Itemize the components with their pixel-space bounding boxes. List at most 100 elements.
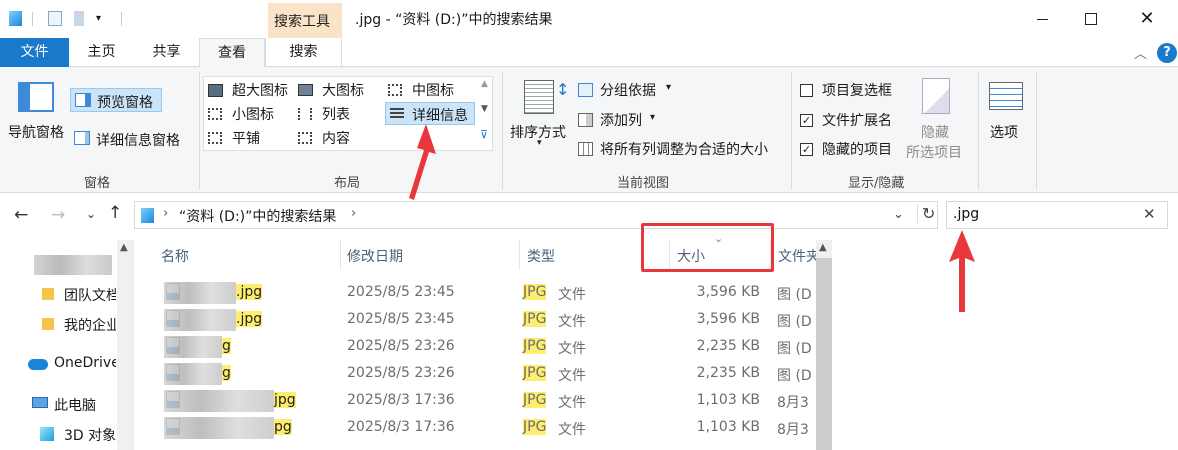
tab-view[interactable]: 查看 [199, 38, 265, 68]
layout-label: 列表 [322, 107, 350, 123]
back-icon[interactable]: ← [14, 205, 28, 225]
help-icon[interactable]: ? [1157, 43, 1177, 63]
column-header-modified[interactable]: 修改日期 [347, 246, 403, 266]
search-box[interactable]: .jpg ✕ [946, 201, 1168, 229]
tab-file[interactable]: 文件 [0, 38, 69, 67]
new-folder-icon[interactable] [74, 11, 84, 26]
file-modified: 2025/8/3 17:36 [347, 392, 455, 408]
file-type-word: 文件 [558, 314, 586, 330]
navigation-pane: 团队文档 我的企业 OneDrive 此电脑 3D 对象 [0, 237, 135, 450]
preview-pane-label: 预览窗格 [97, 95, 153, 111]
group-label-current-view: 当前视图 [617, 176, 670, 191]
gallery-scroll-down-icon[interactable]: ▼ [481, 104, 488, 114]
close-button[interactable]: ✕ [1124, 0, 1170, 38]
context-group-label: 搜索工具 [274, 14, 330, 30]
extra-large-icons-icon [208, 84, 223, 97]
layout-label: 中图标 [412, 83, 454, 99]
maximize-button[interactable] [1068, 0, 1114, 38]
file-type-ext: JPG [523, 284, 547, 300]
file-modified: 2025/8/5 23:26 [347, 338, 455, 354]
group-by-label: 分组依据 [600, 83, 656, 99]
file-location: 图 (D [777, 341, 812, 357]
chevron-right-icon: › [351, 206, 357, 221]
nav-item-onedrive[interactable]: OneDrive [28, 353, 117, 375]
file-row[interactable]: g 2025/8/5 23:26 JPG 文件 2,235 KB 图 (D [150, 360, 818, 387]
nav-pane-button[interactable]: 导航窗格 [4, 78, 70, 148]
sort-arrow-icon: ↕ [556, 80, 570, 99]
file-row[interactable]: jpg 2025/8/3 17:36 JPG 文件 1,103 KB 8月3 [150, 387, 818, 414]
chevron-right-icon: › [163, 206, 169, 221]
collapse-ribbon-icon[interactable]: ︿ [1134, 43, 1147, 62]
checkbox-checked: ✓ [800, 114, 813, 127]
recent-locations-icon[interactable]: ⌄ [86, 207, 96, 221]
file-type-ext: JPG [523, 365, 547, 381]
column-header-location[interactable]: 文件夹 [778, 246, 816, 266]
divider [519, 240, 520, 270]
file-row[interactable]: .jpg 2025/8/5 23:45 JPG 文件 3,596 KB 图 (D [150, 279, 818, 306]
medium-icons-icon [388, 84, 402, 96]
nav-item-team-docs[interactable]: 团队文档 [42, 283, 117, 305]
tab-share[interactable]: 共享 [134, 38, 199, 67]
address-path[interactable]: “资料 (D:)”中的搜索结果 [179, 206, 336, 226]
file-type-word: 文件 [558, 422, 586, 438]
properties-icon[interactable] [48, 11, 62, 26]
gallery-more-icon[interactable]: ⊽ [480, 128, 488, 141]
tab-search[interactable]: 搜索 [265, 38, 342, 67]
refresh-icon[interactable]: ↻ [917, 204, 935, 223]
column-header-type[interactable]: 类型 [527, 246, 555, 266]
nav-pane-scrollbar[interactable]: ▲ [117, 240, 134, 450]
tiles-icon [208, 132, 222, 144]
file-type-ext: JPG [523, 311, 547, 327]
details-icon [390, 108, 404, 119]
file-name: g [222, 365, 231, 381]
file-type-ext: JPG [523, 419, 547, 435]
gallery-scroll-up-icon[interactable]: ▲ [481, 79, 488, 89]
close-icon: ✕ [1139, 8, 1155, 29]
file-row[interactable]: g 2025/8/5 23:26 JPG 文件 2,235 KB 图 (D [150, 333, 818, 360]
group-label-show-hide: 显示/隐藏 [848, 176, 905, 191]
tab-home[interactable]: 主页 [69, 38, 134, 67]
clear-search-icon[interactable]: ✕ [1143, 205, 1156, 223]
options-button[interactable]: 选项 [984, 80, 1030, 144]
nav-item-this-pc[interactable]: 此电脑 [32, 393, 117, 415]
details-pane-button[interactable]: 详细信息窗格 [70, 127, 196, 151]
search-input[interactable]: .jpg [953, 206, 979, 222]
scroll-up-icon[interactable]: ▲ [819, 242, 827, 253]
nav-item-3d-objects[interactable]: 3D 对象 [40, 423, 117, 445]
file-row[interactable]: pg 2025/8/3 17:36 JPG 文件 1,103 KB 8月3 [150, 414, 818, 441]
checkbox [800, 84, 813, 97]
annotation-arrow [949, 230, 975, 312]
customize-toolbar-icon[interactable]: ▾ [96, 13, 101, 24]
hide-selected-button[interactable]: 隐藏 所选项目 [904, 78, 970, 162]
file-type-ext: JPG [523, 392, 547, 408]
preview-pane-button[interactable]: 预览窗格 [70, 88, 162, 112]
file-type-word: 文件 [558, 287, 586, 303]
address-bar[interactable]: › “资料 (D:)”中的搜索结果 › ⌄ ↻ [134, 201, 938, 229]
file-row[interactable]: .jpg 2025/8/5 23:45 JPG 文件 3,596 KB 图 (D [150, 306, 818, 333]
minimize-button[interactable] [1019, 0, 1065, 38]
add-column-icon [578, 113, 593, 127]
nav-item-my-enterprise[interactable]: 我的企业 [42, 313, 117, 335]
file-modified: 2025/8/3 17:36 [347, 419, 455, 435]
sort-by-button[interactable]: ↕ 排序方式 ▾ [508, 78, 574, 168]
cube-3d-icon [40, 427, 54, 441]
file-location: 8月3 [777, 395, 809, 411]
file-extensions-label: 文件扩展名 [822, 113, 892, 129]
file-size: 3,596 KB [696, 311, 760, 327]
preview-pane-icon [75, 93, 91, 107]
large-icons-icon [298, 84, 313, 96]
address-dropdown-icon[interactable]: ⌄ [893, 207, 904, 222]
file-type-word: 文件 [558, 341, 586, 357]
blurred-filename [164, 282, 236, 304]
blurred-filename [164, 336, 222, 358]
fit-columns-icon [578, 142, 593, 156]
maximize-icon [1085, 13, 1097, 25]
column-header-name[interactable]: 名称 [161, 246, 189, 266]
scroll-up-icon[interactable]: ▲ [120, 242, 128, 253]
content-icon [298, 132, 312, 144]
file-location: 图 (D [777, 314, 812, 330]
forward-icon[interactable]: → [51, 205, 65, 225]
group-label-panes: 窗格 [84, 176, 111, 191]
scrollbar-thumb[interactable] [816, 258, 832, 450]
up-icon[interactable]: ↑ [108, 203, 122, 223]
